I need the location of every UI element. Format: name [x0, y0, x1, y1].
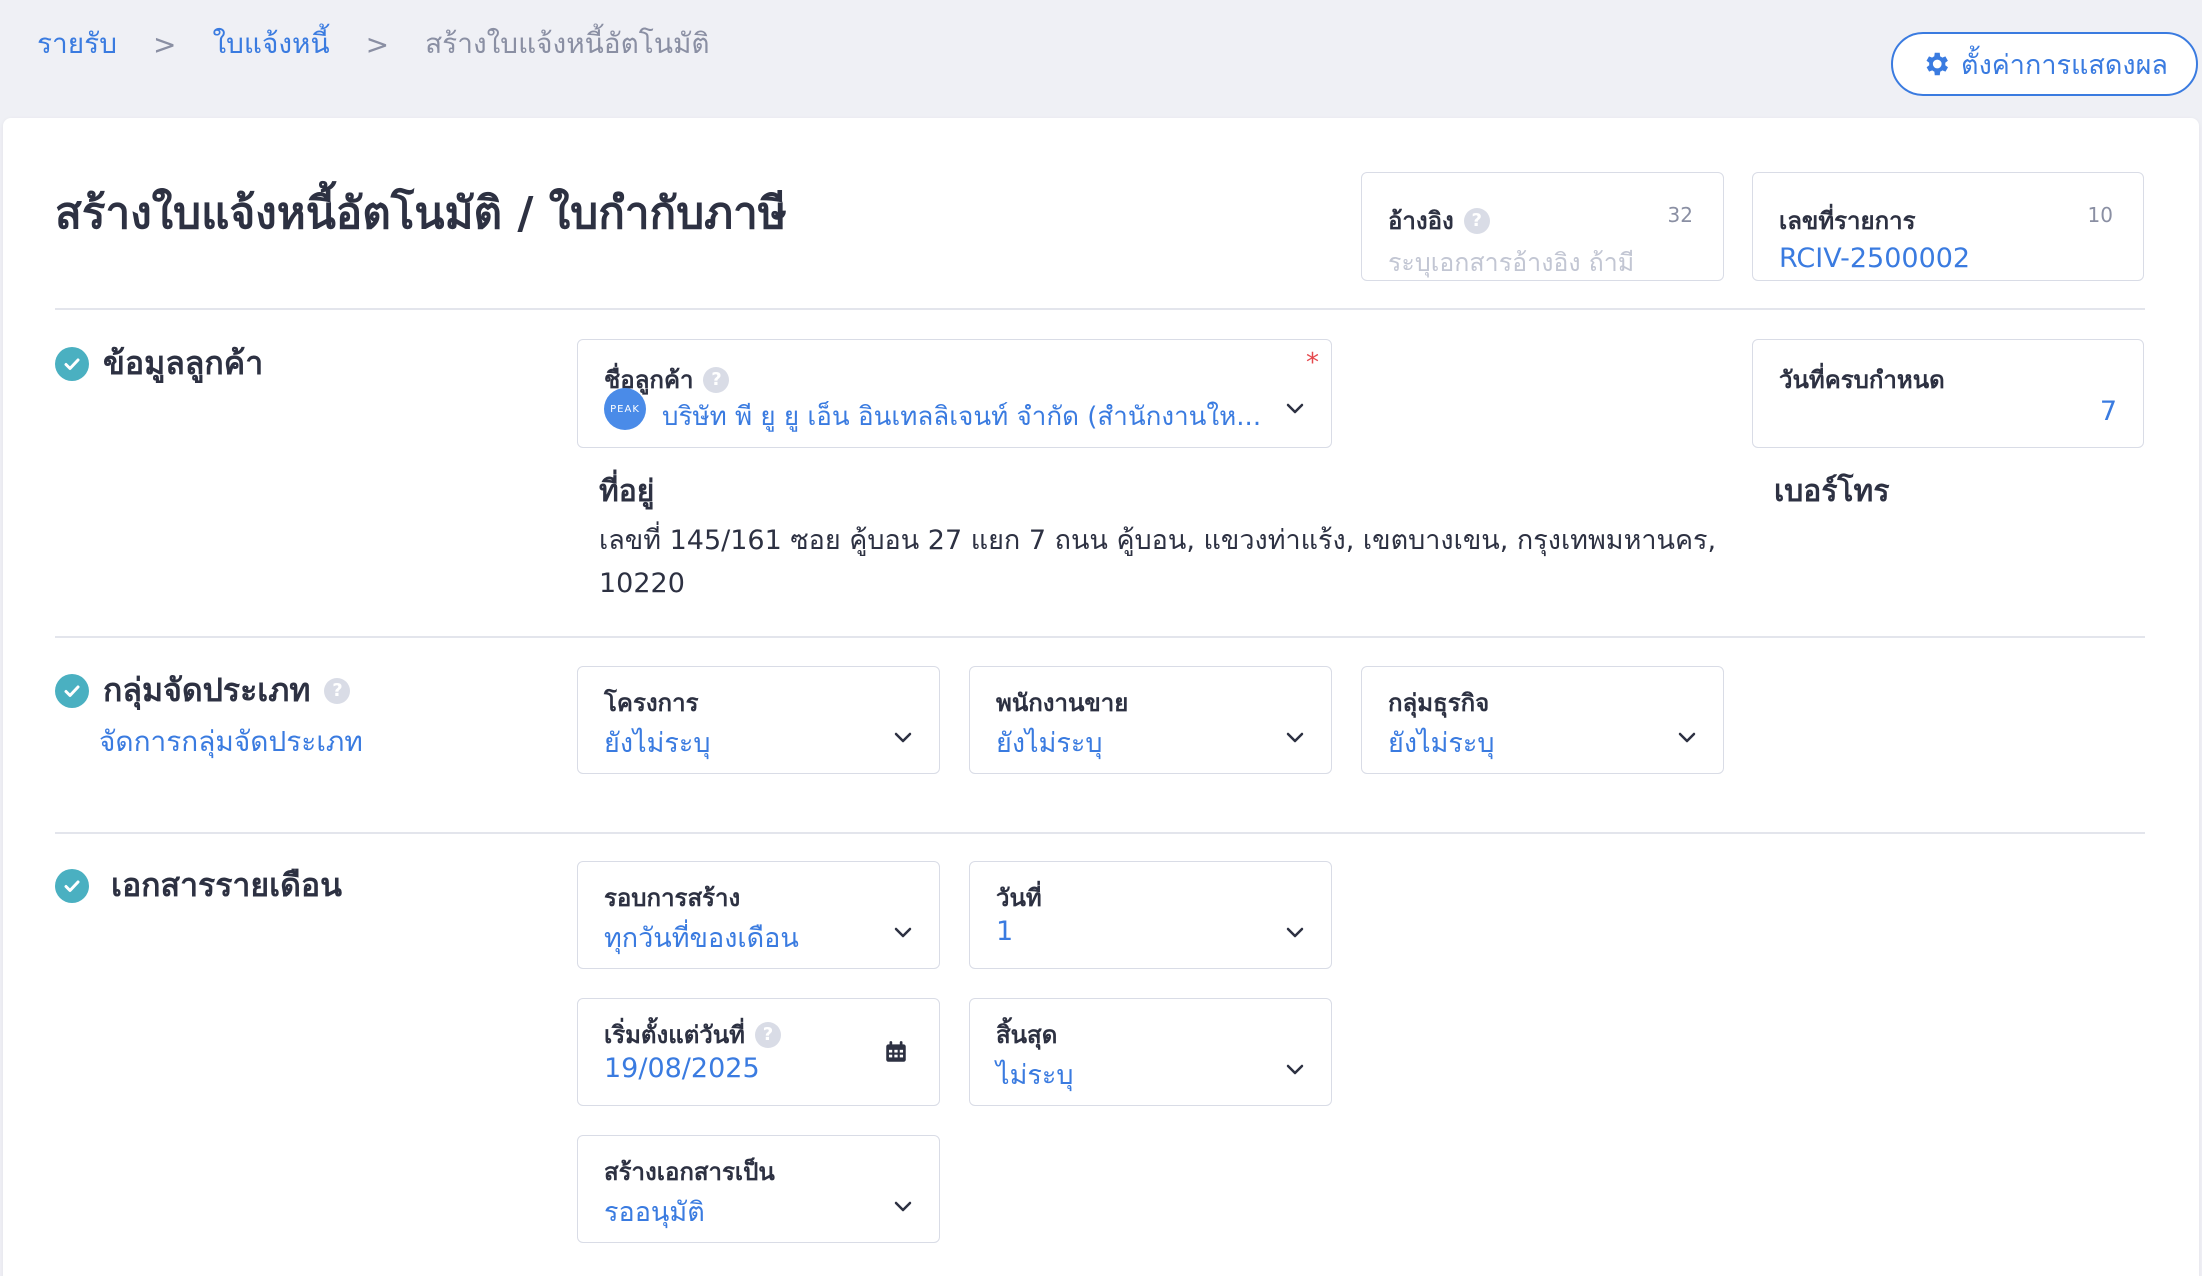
due-date-label: วันที่ครบกำหนด — [1779, 366, 1945, 394]
customer-section-title: ข้อมูลลูกค้า — [55, 338, 263, 389]
divider — [55, 636, 2145, 638]
cycle-value: ทุกวันที่ของเดือน — [604, 923, 799, 954]
chevron-down-icon — [1286, 403, 1304, 414]
customer-select[interactable]: ชื่อลูกค้า ? * PEAK บริษัท พี ยู ยู เอ็น… — [577, 339, 1332, 448]
customer-value: บริษัท พี ยู ยู เอ็น อินเทลลิเจนท์ จำกัด… — [662, 402, 1262, 432]
question-icon[interactable]: ? — [754, 1021, 781, 1048]
address-line-2: 10220 — [599, 568, 685, 599]
day-label: วันที่ — [996, 884, 1042, 912]
divider — [55, 832, 2145, 834]
project-select[interactable]: โครงการ ยังไม่ระบุ — [577, 666, 940, 774]
salesperson-select[interactable]: พนักงานขาย ยังไม่ระบุ — [969, 666, 1332, 774]
business-group-label: กลุ่มธุรกิจ — [1388, 689, 1490, 717]
chevron-down-icon — [1286, 1064, 1304, 1075]
create-as-value: รออนุมัติ — [604, 1197, 705, 1228]
monthly-section-title-text: เอกสารรายเดือน — [111, 866, 342, 904]
document-number-label: เลขที่รายการ — [1779, 207, 1916, 235]
salesperson-value: ยังไม่ระบุ — [996, 728, 1103, 759]
document-number-value: RCIV-2500002 — [1779, 243, 1971, 274]
gear-icon — [1926, 52, 1949, 76]
cycle-select[interactable]: รอบการสร้าง ทุกวันที่ของเดือน — [577, 861, 940, 969]
create-as-label: สร้างเอกสารเป็น — [604, 1158, 775, 1186]
check-circle-icon — [55, 346, 89, 381]
start-date-label: เริ่มตั้งแต่วันที่ ? — [604, 1015, 781, 1054]
required-mark: * — [1306, 348, 1319, 378]
day-value: 1 — [996, 916, 1014, 947]
address-label: ที่อยู่ — [599, 474, 655, 509]
breadcrumb-invoice[interactable]: ใบแจ้งหนี้ — [212, 22, 329, 66]
project-label: โครงการ — [604, 689, 699, 717]
page-title: สร้างใบแจ้งหนี้อัตโนมัติ / ใบกำกับภาษี — [55, 188, 787, 239]
due-date-value: 7 — [2099, 396, 2117, 427]
customer-avatar: PEAK — [604, 388, 646, 430]
reference-label-text: อ้างอิง — [1388, 207, 1454, 235]
day-select[interactable]: วันที่ 1 — [969, 861, 1332, 969]
question-icon[interactable]: ? — [1463, 207, 1490, 234]
breadcrumb-separator: > — [365, 27, 390, 61]
start-date-value: 19/08/2025 — [604, 1053, 760, 1084]
start-date-field[interactable]: เริ่มตั้งแต่วันที่ ? 19/08/2025 — [577, 998, 940, 1106]
breadcrumb-separator: > — [152, 27, 177, 61]
due-date-field[interactable]: วันที่ครบกำหนด 7 — [1752, 339, 2144, 448]
create-as-select[interactable]: สร้างเอกสารเป็น รออนุมัติ — [577, 1135, 940, 1243]
check-circle-icon — [55, 868, 89, 903]
manage-classification-link[interactable]: จัดการกลุ่มจัดประเภท — [99, 720, 363, 764]
breadcrumb-current: สร้างใบแจ้งหนี้อัตโนมัติ — [425, 27, 710, 60]
customer-section-title-text: ข้อมูลลูกค้า — [103, 344, 264, 382]
reference-label: อ้างอิง ? — [1388, 201, 1490, 240]
start-date-label-text: เริ่มตั้งแต่วันที่ — [604, 1021, 745, 1049]
calendar-icon[interactable] — [883, 1039, 909, 1065]
display-settings-button[interactable]: ตั้งค่าการแสดงผล — [1891, 32, 2198, 96]
end-value: ไม่ระบุ — [996, 1060, 1074, 1091]
document-number-field[interactable]: เลขที่รายการ 10 RCIV-2500002 — [1752, 172, 2144, 281]
display-settings-label: ตั้งค่าการแสดงผล — [1961, 49, 2168, 81]
reference-field[interactable]: อ้างอิง ? 32 ระบุเอกสารอ้างอิง ถ้ามี — [1361, 172, 1724, 281]
document-number-count: 10 — [2087, 203, 2113, 227]
monthly-section-title: เอกสารรายเดือน — [55, 860, 342, 911]
phone-label: เบอร์โทร — [1774, 474, 1890, 509]
chevron-down-icon — [1678, 732, 1696, 743]
question-icon[interactable]: ? — [703, 366, 730, 393]
chevron-down-icon — [1286, 927, 1304, 938]
address-text: เลขที่ 145/161 ซอย คู้บอน 27 แยก 7 ถนน ค… — [599, 519, 1759, 605]
end-label: สิ้นสุด — [996, 1021, 1058, 1049]
divider — [55, 308, 2145, 310]
chevron-down-icon — [894, 927, 912, 938]
reference-char-count: 32 — [1667, 203, 1693, 227]
cycle-label: รอบการสร้าง — [604, 884, 741, 912]
business-group-value: ยังไม่ระบุ — [1388, 728, 1495, 759]
classification-section-title: กลุ่มจัดประเภท ? — [55, 665, 351, 716]
business-group-select[interactable]: กลุ่มธุรกิจ ยังไม่ระบุ — [1361, 666, 1724, 774]
end-select[interactable]: สิ้นสุด ไม่ระบุ — [969, 998, 1332, 1106]
classification-section-title-text: กลุ่มจัดประเภท — [103, 671, 311, 709]
chevron-down-icon — [894, 732, 912, 743]
breadcrumb: รายรับ > ใบแจ้งหนี้ > สร้างใบแจ้งหนี้อัต… — [37, 22, 710, 66]
salesperson-label: พนักงานขาย — [996, 689, 1129, 717]
chevron-down-icon — [894, 1201, 912, 1212]
check-circle-icon — [55, 673, 89, 708]
address-line-1: เลขที่ 145/161 ซอย คู้บอน 27 แยก 7 ถนน ค… — [599, 525, 1717, 556]
question-icon[interactable]: ? — [324, 677, 351, 704]
breadcrumb-income[interactable]: รายรับ — [37, 22, 117, 66]
project-value: ยังไม่ระบุ — [604, 728, 711, 759]
reference-placeholder: ระบุเอกสารอ้างอิง ถ้ามี — [1388, 248, 1635, 277]
chevron-down-icon — [1286, 732, 1304, 743]
